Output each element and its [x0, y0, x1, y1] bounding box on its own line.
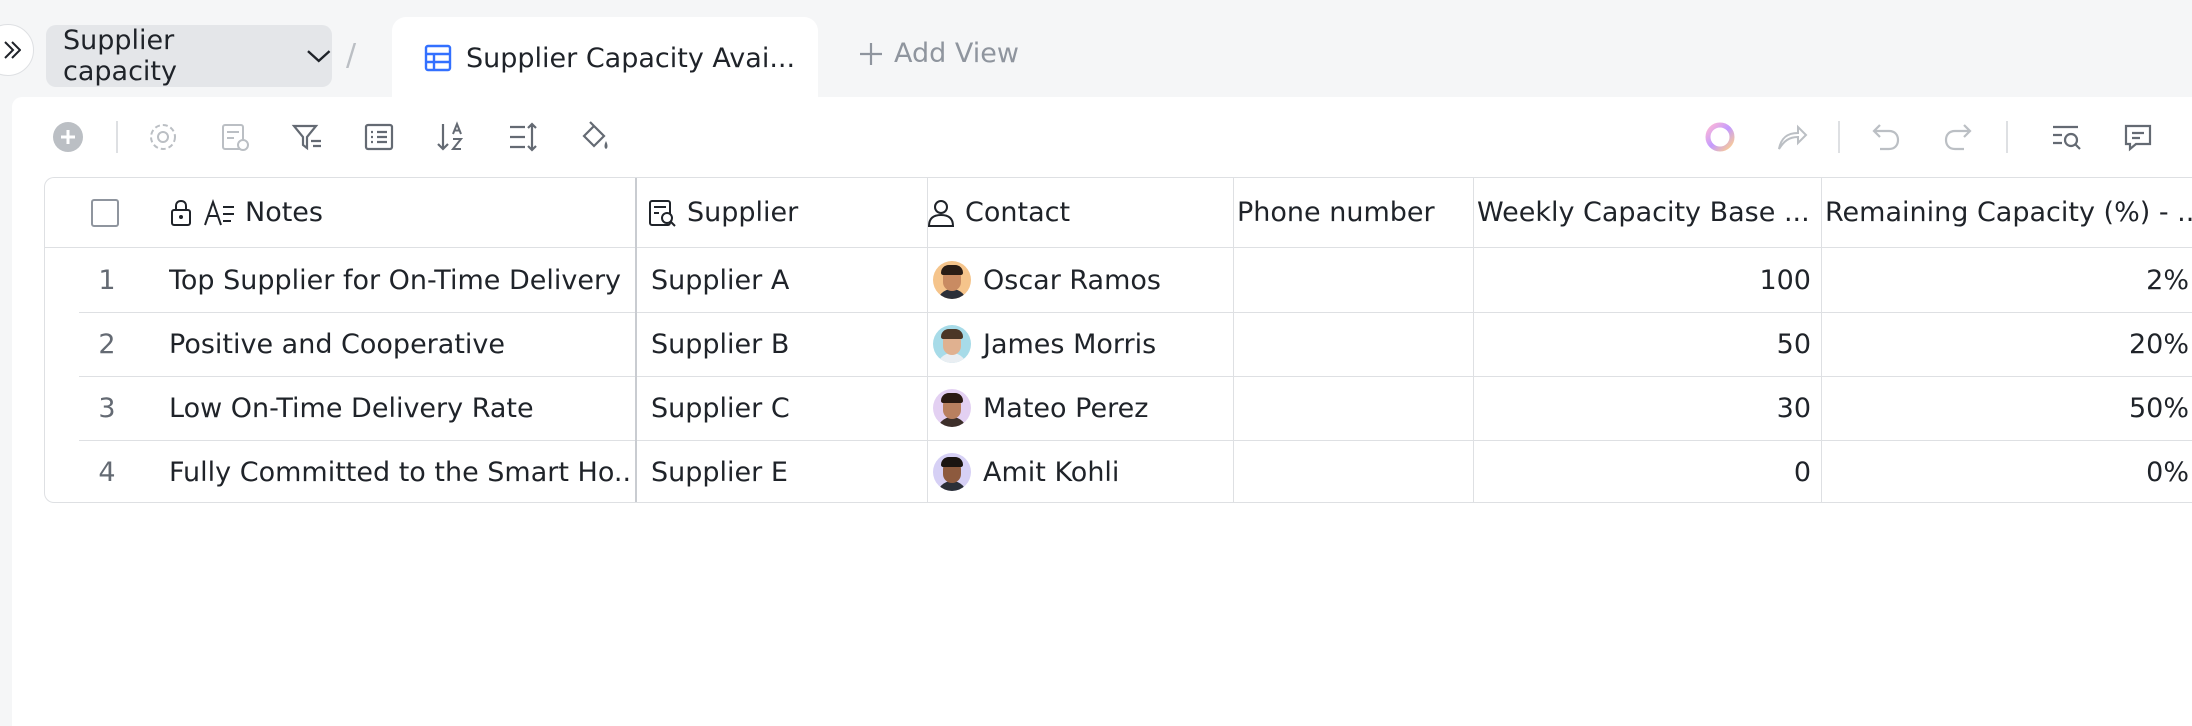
phone-cell[interactable]: [1237, 248, 1463, 312]
base-selector[interactable]: Supplier capacity: [46, 25, 332, 87]
lookup-field-icon: [649, 199, 676, 227]
tab-grid-view[interactable]: Supplier Capacity Avai...: [392, 17, 818, 99]
breadcrumb-separator: /: [346, 38, 357, 73]
column-header-phone[interactable]: Phone number: [1237, 178, 1463, 247]
table-row[interactable]: 4 Fully Committed to the Smart Ho... Sup…: [45, 440, 2192, 502]
chevron-down-icon: [307, 50, 331, 63]
base-name: Supplier capacity: [63, 25, 177, 87]
column-label: Supplier: [687, 197, 799, 228]
table-row[interactable]: 3 Low On-Time Delivery Rate Supplier C M…: [45, 376, 2192, 440]
remaining-capacity-cell[interactable]: 50%: [1825, 376, 2189, 440]
contact-name: Mateo Perez: [983, 392, 1149, 424]
supplier-cell[interactable]: Supplier C: [651, 376, 917, 440]
grid-view-icon: [424, 44, 452, 72]
table-row[interactable]: 2 Positive and Cooperative Supplier B Ja…: [45, 312, 2192, 376]
supplier-cell[interactable]: Supplier A: [651, 248, 917, 312]
fill-color-icon[interactable]: [577, 119, 613, 155]
weekly-capacity-cell[interactable]: 50: [1477, 312, 1811, 376]
phone-cell[interactable]: [1237, 312, 1463, 376]
filter-icon[interactable]: [289, 119, 325, 155]
row-index: 4: [98, 456, 116, 488]
supplier-cell[interactable]: Supplier B: [651, 312, 917, 376]
column-header-contact[interactable]: Contact: [927, 178, 1227, 247]
table-row[interactable]: 1 Top Supplier for On-Time Delivery Supp…: [45, 248, 2192, 312]
remaining-capacity-cell[interactable]: 20%: [1825, 312, 2189, 376]
column-header-weekly-capacity[interactable]: Weekly Capacity Base ...: [1477, 178, 1811, 247]
view-tab-label: Supplier Capacity Avai...: [466, 42, 796, 74]
share-icon[interactable]: [1774, 119, 1810, 155]
redo-icon[interactable]: [1940, 119, 1976, 155]
weekly-capacity-cell[interactable]: 30: [1477, 376, 1811, 440]
plus-icon: [860, 42, 882, 65]
add-view-button[interactable]: Add View: [858, 38, 1019, 69]
weekly-capacity-cell[interactable]: 100: [1477, 248, 1811, 312]
settings-icon[interactable]: [145, 119, 181, 155]
remaining-capacity-cell[interactable]: 0%: [1825, 440, 2189, 502]
column-label: Notes: [245, 197, 323, 228]
lock-icon: [171, 199, 191, 226]
avatar: [933, 453, 971, 491]
avatar: [933, 261, 971, 299]
toolbar: [12, 97, 2192, 177]
contact-name: Oscar Ramos: [983, 264, 1161, 296]
undo-icon[interactable]: [1868, 119, 1904, 155]
contact-cell[interactable]: Oscar Ramos: [933, 248, 1229, 312]
column-header-supplier[interactable]: Supplier: [647, 178, 917, 247]
avatar: [933, 325, 971, 363]
comment-icon[interactable]: [2120, 119, 2156, 155]
weekly-capacity-cell[interactable]: 0: [1477, 440, 1811, 502]
notes-cell[interactable]: Fully Committed to the Smart Ho...: [169, 440, 629, 502]
avatar: [933, 389, 971, 427]
contact-cell[interactable]: Amit Kohli: [933, 440, 1229, 502]
contact-cell[interactable]: Mateo Perez: [933, 376, 1229, 440]
contact-name: Amit Kohli: [983, 456, 1120, 488]
table-header-row: Notes Supplier Contact Phone number Week…: [45, 178, 2192, 248]
column-label: Phone number: [1237, 197, 1435, 228]
text-field-icon: [204, 198, 234, 225]
field-settings-icon[interactable]: [217, 119, 253, 155]
remaining-capacity-cell[interactable]: 2%: [1825, 248, 2189, 312]
person-field-icon: [927, 199, 955, 227]
column-header-notes[interactable]: Notes: [169, 178, 629, 247]
main-panel: Notes Supplier Contact Phone number Week…: [12, 97, 2192, 726]
row-index: 3: [98, 392, 116, 424]
column-header-remaining-capacity[interactable]: Remaining Capacity (%) - ...: [1825, 178, 2192, 247]
ai-assistant-icon[interactable]: [1702, 119, 1738, 155]
data-table: Notes Supplier Contact Phone number Week…: [44, 177, 2192, 503]
search-icon[interactable]: [2048, 119, 2084, 155]
notes-cell[interactable]: Low On-Time Delivery Rate: [169, 376, 629, 440]
select-all-checkbox[interactable]: [91, 178, 131, 247]
top-bar: Supplier capacity / Supplier Capacity Av…: [0, 0, 2192, 99]
phone-cell[interactable]: [1237, 376, 1463, 440]
notes-cell[interactable]: Top Supplier for On-Time Delivery: [169, 248, 629, 312]
expand-sidebar-button[interactable]: [0, 24, 34, 76]
contact-name: James Morris: [983, 328, 1157, 360]
supplier-cell[interactable]: Supplier E: [651, 440, 917, 502]
row-index: 2: [98, 328, 116, 360]
frozen-column-divider[interactable]: [635, 178, 637, 502]
column-label: Remaining Capacity (%) - ...: [1825, 197, 2192, 228]
notes-cell[interactable]: Positive and Cooperative: [169, 312, 629, 376]
add-record-icon[interactable]: [50, 119, 86, 155]
group-icon[interactable]: [361, 119, 397, 155]
phone-cell[interactable]: [1237, 440, 1463, 502]
sort-icon[interactable]: [433, 119, 469, 155]
row-height-icon[interactable]: [505, 119, 541, 155]
column-label: Weekly Capacity Base ...: [1477, 197, 1810, 228]
add-view-label: Add View: [894, 38, 1019, 69]
contact-cell[interactable]: James Morris: [933, 312, 1229, 376]
chevron-right-icon: [4, 41, 21, 59]
row-index: 1: [98, 264, 116, 296]
column-label: Contact: [965, 197, 1071, 228]
